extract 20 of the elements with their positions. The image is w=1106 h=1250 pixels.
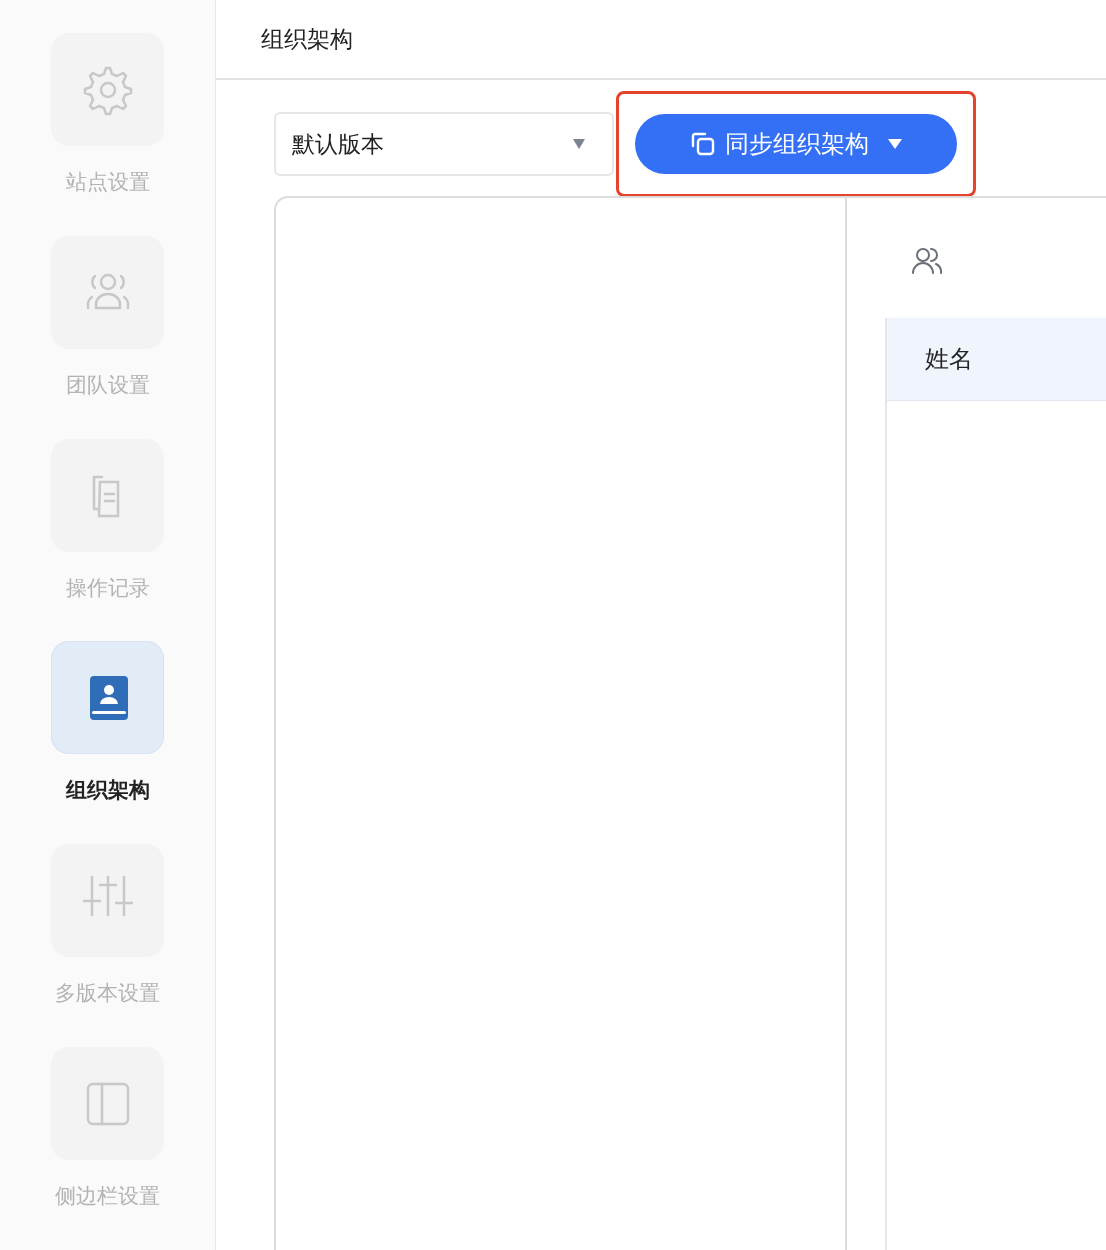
nav-tile[interactable] [51,844,164,958]
nav-label[interactable]: 侧边栏设置 [55,1182,160,1211]
nav-tile[interactable] [51,235,164,349]
page-title: 组织架构 [261,24,353,54]
users-icon [911,246,943,274]
nav-label[interactable]: 组织架构 [65,776,150,805]
version-select[interactable]: 默认版本 [274,112,614,176]
copy-icon [689,130,717,158]
nav-tile[interactable] [51,33,164,146]
nav-tile[interactable] [51,438,164,552]
caret-icon [887,138,903,150]
nav-label[interactable]: 站点设置 [65,168,150,196]
nav-label[interactable]: 操作记录 [65,573,150,602]
nav-tile[interactable] [51,1047,164,1161]
nav-label[interactable]: 多版本设置 [55,979,160,1008]
caret-icon [572,138,586,150]
column-header: 姓名 [925,344,973,375]
nav-tile[interactable] [51,641,164,755]
nav-label[interactable]: 团队设置 [65,370,150,399]
sync-button[interactable]: 同步组织架构 [635,114,957,174]
